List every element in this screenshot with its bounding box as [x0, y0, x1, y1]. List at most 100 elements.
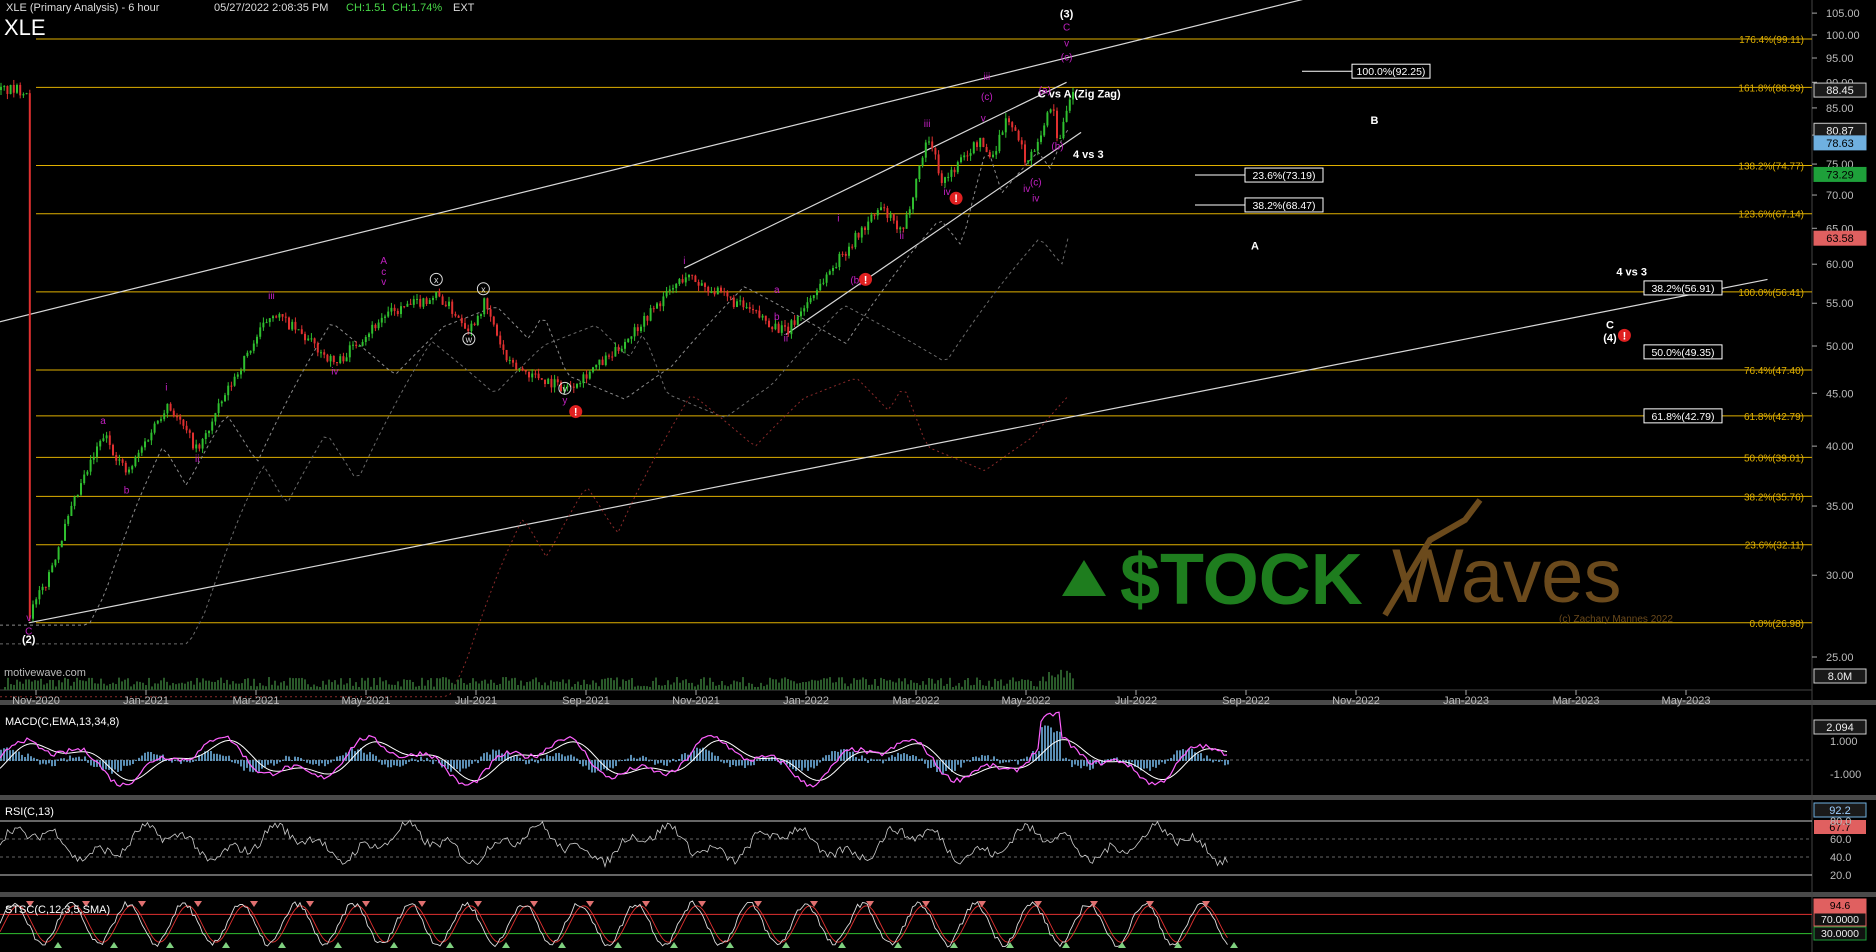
volume-bar: [511, 678, 513, 690]
macd-histogram-bar: [645, 757, 647, 761]
price-axis-label: 60.00: [1826, 259, 1854, 271]
macd-histogram-bar: [222, 755, 224, 761]
candle-body: [262, 322, 265, 328]
candle-body: [1040, 135, 1042, 142]
candle-body: [188, 430, 191, 433]
volume-bar: [166, 681, 168, 690]
candle-body: [678, 279, 681, 284]
boxed-label-text: 61.8%(42.79): [1651, 411, 1714, 423]
candle-body: [1049, 109, 1052, 113]
candle-body: [665, 290, 668, 297]
candle-body: [640, 326, 642, 332]
macd-histogram-bar: [636, 758, 638, 761]
candle-body: [166, 403, 169, 414]
fib-level-label: 100.0%(56.41): [1738, 288, 1804, 299]
volume-bar: [559, 681, 561, 690]
volume-bar: [853, 678, 855, 690]
candle-body: [531, 373, 534, 378]
macd-histogram-bar: [741, 760, 743, 766]
macd-histogram-bar: [1008, 760, 1010, 763]
volume-bar: [445, 677, 447, 690]
volume-bar: [361, 677, 363, 690]
candle-body: [438, 291, 441, 297]
candle-body: [921, 157, 924, 166]
volume-bar: [307, 684, 309, 690]
volume-bar: [724, 685, 726, 690]
volume-bar: [970, 685, 972, 690]
candle-body: [700, 283, 703, 286]
volume-bar: [799, 682, 801, 690]
macd-histogram-bar: [234, 760, 236, 764]
volume-bar: [67, 678, 69, 690]
candle-body: [748, 307, 751, 309]
macd-histogram-bar: [231, 760, 233, 763]
volume-bar: [382, 681, 384, 690]
volume-bar: [913, 682, 915, 690]
candle-body: [912, 197, 914, 210]
macd-histogram-bar: [24, 756, 26, 761]
price-axis-label: 30.00: [1826, 570, 1854, 582]
volume-bar: [133, 684, 135, 690]
volume-bar: [802, 682, 804, 690]
macd-histogram-bar: [660, 760, 662, 763]
volume-bar: [544, 682, 546, 690]
candle-body: [499, 335, 502, 345]
candle-body: [35, 599, 38, 605]
rsi-axis-label: 60.0: [1830, 834, 1851, 846]
price-axis-label: 50.00: [1826, 341, 1854, 353]
volume-bar: [673, 682, 675, 690]
candle-body: [473, 323, 476, 326]
volume-bar: [1012, 677, 1014, 690]
macd-histogram-bar: [960, 760, 962, 768]
volume-bar: [823, 678, 825, 690]
volume-bar: [1045, 681, 1047, 690]
macd-histogram-bar: [81, 759, 83, 761]
candle-body: [611, 356, 614, 358]
time-axis-label: Nov-2020: [12, 695, 60, 707]
candle-body: [707, 286, 710, 293]
candle-body: [44, 586, 47, 588]
macd-histogram-bar: [966, 760, 968, 762]
fib-level-label: 38.2%(35.76): [1744, 492, 1804, 503]
candle-body: [803, 308, 806, 312]
volume-bar: [28, 679, 30, 690]
candle-body: [928, 141, 930, 143]
volume-bar: [592, 680, 594, 690]
volume-bar: [646, 686, 648, 690]
macd-histogram-bar: [1143, 760, 1145, 769]
macd-histogram-bar: [111, 760, 113, 774]
candle-body: [604, 355, 607, 366]
volume-bar: [184, 683, 186, 690]
volume-bar: [625, 680, 627, 690]
candle-body: [288, 317, 290, 330]
volume-bar: [736, 681, 738, 690]
price-tag-label: 73.29: [1826, 169, 1854, 181]
macd-histogram-bar: [1161, 760, 1163, 763]
macd-histogram-bar: [69, 755, 71, 761]
macd-histogram-bar: [435, 760, 437, 762]
volume-bar: [340, 678, 342, 690]
macd-histogram-bar: [681, 754, 683, 761]
volume-bar: [277, 685, 279, 690]
candle-body: [60, 540, 63, 548]
boxed-label-text: 23.6%(73.19): [1252, 170, 1315, 182]
macd-histogram-bar: [480, 756, 482, 761]
price-axis-label: 105.00: [1826, 8, 1860, 20]
candle-body: [1008, 118, 1010, 123]
macd-histogram-bar: [1056, 731, 1058, 761]
chart-canvas[interactable]: 176.4%(99.11) 161.8%(88.99) 138.2%(74.77) 1…: [0, 0, 1876, 952]
candle-body: [1017, 130, 1020, 141]
macd-histogram-bar: [717, 756, 719, 761]
candle-body: [275, 316, 278, 318]
wave-annotation: (3): [1060, 8, 1074, 20]
macd-histogram-bar: [213, 753, 215, 761]
volume-bar: [481, 680, 483, 690]
volume-bar: [631, 678, 633, 690]
candle-body: [105, 435, 108, 439]
volume-bar: [778, 682, 780, 690]
volume-bar: [226, 679, 228, 690]
macd-histogram-bar: [894, 756, 896, 761]
macd-histogram-bar: [411, 758, 413, 761]
macd-histogram-bar: [282, 759, 284, 761]
volume-bar: [988, 680, 990, 690]
